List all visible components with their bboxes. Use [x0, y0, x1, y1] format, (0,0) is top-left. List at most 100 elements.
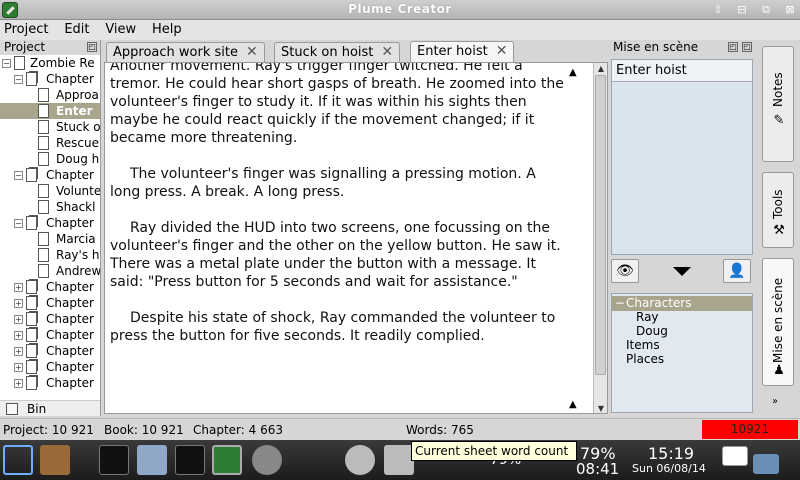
- window-close-icon[interactable]: ⊠: [781, 2, 799, 18]
- tree-item-label: Chapter: [46, 328, 94, 342]
- tree-item[interactable]: Volunte: [0, 183, 100, 199]
- show-desktop-icon[interactable]: [753, 454, 779, 474]
- scrollbar-thumb[interactable]: [595, 75, 606, 375]
- expand-icon[interactable]: +: [14, 331, 23, 340]
- window-minimize-icon[interactable]: ⊟: [733, 2, 751, 18]
- plume-app-icon[interactable]: [212, 445, 242, 475]
- scrollbar-up-icon[interactable]: ▲: [594, 63, 607, 75]
- dock-close-icon[interactable]: ◰: [742, 42, 752, 52]
- dock-float-icon[interactable]: ◰: [87, 42, 97, 52]
- tab-stuck-on-hoist[interactable]: Stuck on hoist ✕: [274, 42, 401, 62]
- tree-item[interactable]: Stuck o: [0, 119, 100, 135]
- expand-icon[interactable]: +: [14, 283, 23, 292]
- collapse-icon[interactable]: −: [2, 59, 11, 68]
- dock-float-icon[interactable]: ◰: [728, 42, 738, 52]
- text-editor[interactable]: Another movement. Ray's trigger finger t…: [104, 62, 608, 414]
- tree-item[interactable]: + Chapter: [0, 279, 100, 295]
- more-tabs-icon[interactable]: »: [772, 396, 778, 407]
- mise-tree-item[interactable]: Doug: [612, 324, 752, 339]
- tab-approach-work-site[interactable]: Approach work site ✕: [106, 42, 265, 62]
- window-up-icon[interactable]: ⇧: [709, 2, 727, 18]
- toolbox-icon[interactable]: [40, 445, 70, 475]
- side-tab-notes[interactable]: Notes ✎: [762, 46, 794, 162]
- tab-enter-hoist[interactable]: Enter hoist ✕: [410, 41, 515, 62]
- clock: 15:19: [648, 444, 695, 463]
- scene-list-header[interactable]: Enter hoist: [612, 60, 752, 82]
- settings-gear-icon[interactable]: [345, 445, 375, 475]
- menu-help[interactable]: Help: [146, 20, 188, 37]
- tree-item[interactable]: + Chapter: [0, 343, 100, 359]
- expand-icon[interactable]: +: [14, 315, 23, 324]
- tree-item[interactable]: − Zombie Re: [0, 55, 100, 71]
- collapse-icon[interactable]: −: [14, 219, 23, 228]
- chapter-icon: [26, 312, 37, 326]
- disc-icon[interactable]: [252, 445, 282, 475]
- scene-list[interactable]: Enter hoist: [611, 59, 753, 255]
- launcher-cube-icon[interactable]: [3, 445, 33, 475]
- mise-tree-item[interactable]: − Characters: [612, 296, 752, 311]
- mise-tree-item[interactable]: Items: [612, 338, 752, 353]
- tree-item[interactable]: Rescue: [0, 135, 100, 151]
- mise-tree-item[interactable]: Ray: [612, 310, 752, 325]
- tree-item[interactable]: Approa: [0, 87, 100, 103]
- person-icon[interactable]: 👤: [723, 259, 751, 283]
- close-icon[interactable]: ✕: [496, 42, 508, 61]
- side-tab-tools[interactable]: Tools ⚒: [762, 172, 794, 248]
- chapter-icon: [26, 72, 37, 86]
- expand-icon[interactable]: +: [14, 379, 23, 388]
- editor-scrollbar[interactable]: ▲ ▼: [593, 63, 607, 413]
- tree-item[interactable]: + Chapter: [0, 375, 100, 391]
- tree-item[interactable]: Andrew: [0, 263, 100, 279]
- editor-text[interactable]: Another movement. Ray's trigger finger t…: [110, 63, 570, 413]
- terminal-icon[interactable]: [175, 445, 205, 475]
- terminal-icon[interactable]: [99, 445, 129, 475]
- tree-item[interactable]: − Chapter: [0, 215, 100, 231]
- tree-item-label: Chapter: [46, 312, 94, 326]
- project-word-count: Project: 10 921: [3, 423, 94, 437]
- tree-item[interactable]: Ray's h: [0, 247, 100, 263]
- collapse-icon[interactable]: −: [14, 171, 23, 180]
- chapter-icon: [26, 280, 37, 294]
- expand-icon[interactable]: +: [14, 363, 23, 372]
- collapse-icon[interactable]: −: [615, 296, 625, 311]
- folder-icon[interactable]: [137, 445, 167, 475]
- tree-item[interactable]: + Chapter: [0, 295, 100, 311]
- menu-edit[interactable]: Edit: [58, 20, 95, 37]
- close-icon[interactable]: ✕: [381, 43, 393, 62]
- document-icon: [38, 248, 49, 262]
- triangle-down-icon[interactable]: [673, 267, 691, 276]
- tree-item[interactable]: − Chapter: [0, 71, 100, 87]
- tree-item[interactable]: + Chapter: [0, 311, 100, 327]
- mise-toolbar: 👁 👤: [611, 259, 753, 289]
- tree-item[interactable]: Doug h: [0, 151, 100, 167]
- scroll-up-arrow-icon[interactable]: ▲: [569, 67, 577, 78]
- paragraph: The volunteer's finger was signalling a …: [110, 166, 536, 200]
- workspace-icon[interactable]: [722, 446, 748, 466]
- tree-item[interactable]: − Chapter: [0, 167, 100, 183]
- tree-item[interactable]: + Chapter: [0, 359, 100, 375]
- sheet-word-count: Words: 765: [406, 423, 474, 437]
- project-tree: − Zombie Re − Chapter Approa Enter Stuck o Resc…: [0, 55, 100, 401]
- chapter-icon: [26, 296, 37, 310]
- tree-item[interactable]: Shackl: [0, 199, 100, 215]
- scrollbar-down-icon[interactable]: ▼: [594, 403, 607, 413]
- menu-view[interactable]: View: [99, 20, 142, 37]
- eye-icon[interactable]: 👁: [611, 259, 639, 283]
- expand-icon[interactable]: +: [14, 299, 23, 308]
- side-tab-mise-en-scene[interactable]: Mise en scène ♟: [762, 258, 794, 386]
- tree-item[interactable]: Marcia: [0, 231, 100, 247]
- volume-icon[interactable]: [384, 445, 414, 475]
- tree-item-label: Chapter: [46, 360, 94, 374]
- tree-item[interactable]: + Chapter: [0, 327, 100, 343]
- expand-icon[interactable]: +: [14, 347, 23, 356]
- tree-item-label: Enter: [56, 104, 93, 118]
- chapter-icon: [26, 216, 37, 230]
- bin-item[interactable]: Bin: [0, 400, 100, 416]
- tree-item[interactable]: Enter: [0, 103, 100, 119]
- mise-tree-item[interactable]: Places: [612, 352, 752, 367]
- collapse-icon[interactable]: −: [14, 75, 23, 84]
- close-icon[interactable]: ✕: [246, 43, 258, 62]
- window-maximize-icon[interactable]: ⧉: [757, 2, 775, 18]
- scroll-up-arrow-icon[interactable]: ▲: [569, 399, 577, 410]
- menu-project[interactable]: Project: [0, 20, 54, 37]
